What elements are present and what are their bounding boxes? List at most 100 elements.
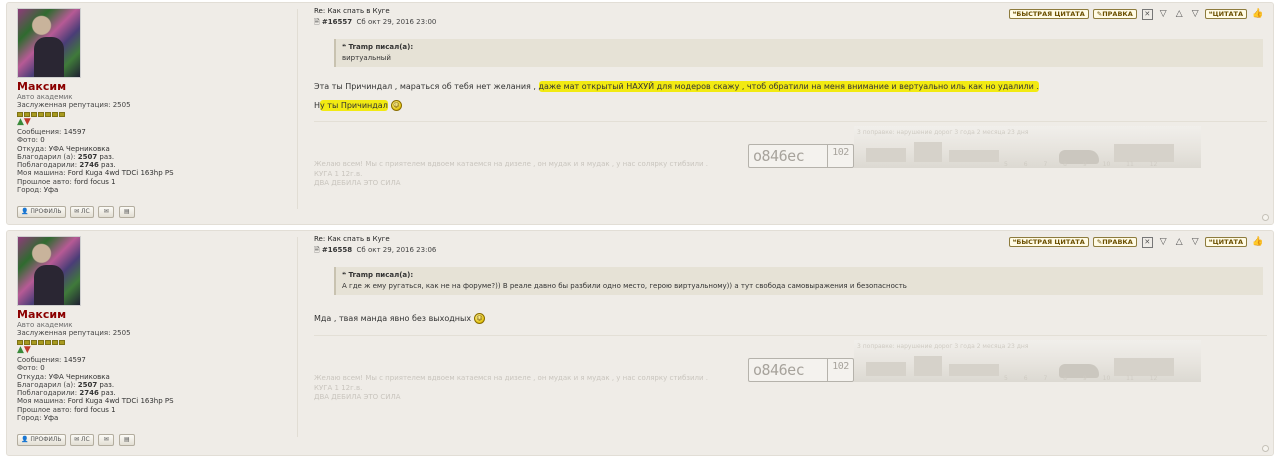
vote-down-icon[interactable]: ▼: [24, 117, 31, 127]
quote-button[interactable]: ❝ЦИТАТА: [1204, 237, 1247, 247]
signature: Желаю всем! Мы с приятелем вдвоем катаем…: [314, 335, 1267, 410]
email-icon[interactable]: ✉: [98, 206, 115, 219]
post-number[interactable]: #16557: [322, 18, 352, 26]
pm-button[interactable]: ✉ ЛС: [70, 434, 94, 447]
quick-quote-button[interactable]: ❝БЫСТРАЯ ЦИТАТА: [1008, 237, 1089, 247]
profile-button[interactable]: 👤 ПРОФИЛЬ: [17, 206, 66, 219]
post-title[interactable]: Re: Как спать в Куге: [314, 7, 436, 15]
quote-text: А где ж ему ругаться, как не на форуме?)…: [342, 282, 907, 290]
email-icon[interactable]: ✉: [98, 434, 115, 447]
quote-text: виртуальный: [342, 54, 391, 62]
vote-up-icon[interactable]: ▲: [17, 117, 24, 127]
stat-messages: Сообщения: 14597: [17, 356, 86, 364]
post-header: Re: Как спать в Куге 🗎 #16557 Сб окт 29,…: [314, 7, 436, 29]
post-header: Re: Как спать в Куге 🗎 #16558 Сб окт 29,…: [314, 235, 436, 257]
highlighted-text: даже мат открытый НАХУЙ для модеров скаж…: [538, 81, 1039, 92]
post-body: Мда , твая манда явно без выходных ☺: [314, 313, 486, 324]
post-actions: ❝БЫСТРАЯ ЦИТАТА ✎ПРАВКА ✕ ▽ △ ▽ ❝ЦИТАТА …: [1005, 7, 1263, 21]
warn-icon[interactable]: ▽: [1158, 237, 1169, 248]
post-date: Сб окт 29, 2016 23:00: [356, 18, 437, 26]
stat-car: Моя машина: Ford Kuga 4wd TDCi 163hp PS: [17, 397, 174, 406]
grin-smiley-icon: ☺: [390, 100, 402, 111]
signature-line: КУГА 1 12г.в.: [314, 384, 363, 392]
username[interactable]: Максим: [17, 308, 292, 321]
vote-up-icon[interactable]: ▲: [17, 345, 24, 355]
profile-buttons: 👤 ПРОФИЛЬ ✉ ЛС ✉ ▤: [17, 206, 292, 219]
vote-down-icon[interactable]: ▼: [24, 345, 31, 355]
user-profile: Максим Авто академик Заслуженная репутац…: [17, 236, 292, 447]
stat-previous-car: Прошлое авто: ford focus 1: [17, 405, 116, 414]
stat-photos: Фото: 0: [17, 136, 45, 145]
stat-been-thanked: Поблагодарили: 2746 раз.: [17, 161, 116, 170]
post-icon: 🗎: [314, 246, 320, 254]
stat-thanked: Благодарил (а): 2507 раз.: [17, 380, 115, 389]
signature-line: ДВА ДЕБИЛА ЭТО СИЛА: [314, 179, 401, 187]
scroll-top-icon[interactable]: [1262, 445, 1269, 452]
smiley-icon: ☺: [474, 313, 486, 324]
post-body-line2: Ну ты Причиндал ☺: [314, 100, 402, 111]
user-rank: Авто академик: [17, 93, 73, 101]
delete-icon[interactable]: ✕: [1141, 8, 1153, 20]
delete-icon[interactable]: ✕: [1141, 236, 1153, 248]
quote-block: ❝ Tramp писал(а): виртуальный: [334, 39, 1263, 67]
divider: [297, 9, 298, 209]
stat-city: Город: Уфа: [17, 414, 59, 423]
license-plate: о846ес 102: [748, 358, 854, 382]
reputation-vote: ▲▼: [17, 118, 292, 127]
pm-button[interactable]: ✉ ЛС: [70, 206, 94, 219]
edit-button[interactable]: ✎ПРАВКА: [1092, 9, 1137, 19]
reputation: Заслуженная репутация: 2505: [17, 101, 292, 109]
quote-author: ❝ Tramp писал(а):: [342, 271, 414, 279]
signature-line: ДВА ДЕБИЛА ЭТО СИЛА: [314, 393, 401, 401]
stat-city: Город: Уфа: [17, 186, 59, 195]
edit-button[interactable]: ✎ПРАВКА: [1092, 237, 1137, 247]
post-title[interactable]: Re: Как спать в Куге: [314, 235, 436, 243]
quick-quote-button[interactable]: ❝БЫСТРАЯ ЦИТАТА: [1008, 9, 1089, 19]
scroll-top-icon[interactable]: [1262, 214, 1269, 221]
user-profile: Максим Авто академик Заслуженная репутац…: [17, 8, 292, 219]
stat-previous-car: Прошлое авто: ford focus 1: [17, 177, 116, 186]
reputation: Заслуженная репутация: 2505: [17, 329, 292, 337]
post-actions: ❝БЫСТРАЯ ЦИТАТА ✎ПРАВКА ✕ ▽ △ ▽ ❝ЦИТАТА …: [1005, 235, 1263, 249]
signature-line: КУГА 1 12г.в.: [314, 170, 363, 178]
warn-icon[interactable]: ▽: [1158, 9, 1169, 20]
reputation-stars: [17, 338, 292, 345]
divider: [297, 237, 298, 437]
stat-location: Откуда: УФА Черниковка: [17, 372, 110, 381]
avatar[interactable]: [17, 8, 81, 78]
profile-button[interactable]: 👤 ПРОФИЛЬ: [17, 434, 66, 447]
reputation-value: 2505: [112, 329, 131, 337]
gallery-icon[interactable]: ▤: [118, 434, 135, 447]
post-meta: 🗎 #16558 Сб окт 29, 2016 23:06: [314, 246, 436, 257]
report-icon[interactable]: △: [1174, 9, 1185, 20]
license-plate: о846ес 102: [748, 144, 854, 168]
user-rank: Авто академик: [17, 321, 73, 329]
post-icon: 🗎: [314, 18, 320, 26]
quote-button[interactable]: ❝ЦИТАТА: [1204, 9, 1247, 19]
signature-banner[interactable]: 3 поправке: нарушение дорог 3 года 2 мес…: [854, 126, 1201, 168]
info-icon[interactable]: ▽: [1190, 9, 1201, 20]
reputation-label: Заслуженная репутация:: [17, 101, 111, 109]
thanks-icon[interactable]: 👍: [1252, 237, 1263, 248]
username[interactable]: Максим: [17, 80, 292, 93]
profile-buttons: 👤 ПРОФИЛЬ ✉ ЛС ✉ ▤: [17, 434, 292, 447]
stat-location: Откуда: УФА Черниковка: [17, 144, 110, 153]
signature: Желаю всем! Мы с приятелем вдвоем катаем…: [314, 121, 1267, 196]
reputation-vote: ▲▼: [17, 346, 292, 355]
quote-block: ❝ Tramp писал(а): А где ж ему ругаться, …: [334, 267, 1263, 295]
stat-thanked: Благодарил (а): 2507 раз.: [17, 152, 115, 161]
signature-line: Желаю всем! Мы с приятелем вдвоем катаем…: [314, 374, 709, 382]
post-meta: 🗎 #16557 Сб окт 29, 2016 23:00: [314, 18, 436, 29]
post-number[interactable]: #16558: [322, 246, 352, 254]
reputation-label: Заслуженная репутация:: [17, 329, 111, 337]
gallery-icon[interactable]: ▤: [118, 206, 135, 219]
info-icon[interactable]: ▽: [1190, 237, 1201, 248]
post-body: Эта ты Причиндал , мараться об тебя нет …: [314, 81, 1039, 92]
thanks-icon[interactable]: 👍: [1252, 9, 1263, 20]
report-icon[interactable]: △: [1174, 237, 1185, 248]
forum-post: Максим Авто академик Заслуженная репутац…: [6, 230, 1274, 456]
stat-messages: Сообщения: 14597: [17, 128, 86, 136]
forum-post: Максим Авто академик Заслуженная репутац…: [6, 2, 1274, 225]
avatar[interactable]: [17, 236, 81, 306]
signature-banner[interactable]: 3 поправке: нарушение дорог 3 года 2 мес…: [854, 340, 1201, 382]
